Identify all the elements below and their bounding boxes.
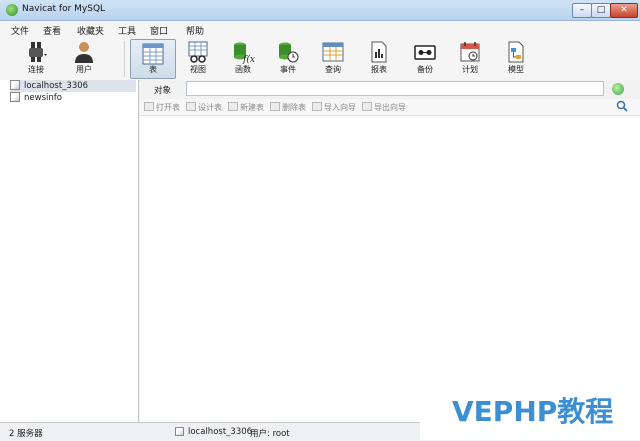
- connection-tree: localhost_3306 newsinfo: [0, 80, 139, 422]
- menu-favorites[interactable]: 收藏夹: [77, 24, 104, 37]
- maximize-button[interactable]: □: [591, 3, 611, 18]
- calendar-icon: [460, 42, 480, 62]
- table-icon: [142, 43, 164, 65]
- function-label: 函数: [235, 65, 251, 74]
- menu-tools[interactable]: 工具: [118, 24, 136, 37]
- export-wizard-button[interactable]: 导出向导: [362, 102, 406, 113]
- query-label: 查询: [325, 65, 341, 74]
- schedule-button[interactable]: 计划: [448, 38, 492, 78]
- event-button[interactable]: 事件: [266, 38, 310, 78]
- report-label: 报表: [371, 65, 387, 74]
- new-table-button[interactable]: 新建表: [228, 102, 264, 113]
- connection-item-localhost[interactable]: localhost_3306: [10, 80, 136, 92]
- table-button[interactable]: 表: [130, 39, 176, 79]
- delete-table-button[interactable]: 删除表: [270, 102, 306, 113]
- report-button[interactable]: 报表: [357, 38, 401, 78]
- delete-table-icon: [270, 102, 280, 111]
- connection-icon: [10, 80, 20, 90]
- object-bar: 对象: [140, 80, 640, 98]
- user-label: 用户: [76, 65, 92, 74]
- menu-help[interactable]: 帮助: [186, 24, 204, 37]
- backup-icon: [414, 45, 436, 60]
- new-table-icon: [228, 102, 238, 111]
- server-count: 2 服务器: [9, 429, 43, 439]
- connect-label: 连接: [28, 65, 44, 74]
- navicat-logo-icon: [6, 4, 18, 16]
- function-icon: f(x): [234, 42, 255, 64]
- design-table-button[interactable]: 设计表: [186, 102, 222, 113]
- view-icon: [188, 41, 208, 63]
- connection-label: localhost_3306: [24, 81, 89, 91]
- import-icon: [312, 102, 322, 111]
- user-icon: [75, 42, 93, 63]
- design-table-icon: [186, 102, 196, 111]
- user-button[interactable]: 用户: [62, 38, 106, 78]
- plug-icon: [29, 42, 47, 62]
- main-toolbar: 连接 用户 表 视图 f(x): [0, 38, 640, 81]
- search-icon[interactable]: [616, 100, 628, 112]
- model-icon: [508, 41, 524, 63]
- import-wizard-button[interactable]: 导入向导: [312, 102, 356, 113]
- backup-label: 备份: [417, 65, 433, 74]
- watermark-text: VEPHP教程: [452, 395, 614, 428]
- view-button[interactable]: 视图: [176, 38, 220, 78]
- open-table-icon: [144, 102, 154, 111]
- query-button[interactable]: 查询: [311, 38, 355, 78]
- menu-window[interactable]: 窗口: [150, 24, 168, 37]
- view-label: 视图: [190, 65, 206, 74]
- export-icon: [362, 102, 372, 111]
- watermark: VEPHP教程: [420, 382, 640, 440]
- schedule-label: 计划: [462, 65, 478, 74]
- table-label: 表: [149, 65, 157, 74]
- report-icon: [371, 41, 387, 63]
- open-table-button[interactable]: 打开表: [144, 102, 180, 113]
- model-button[interactable]: 模型: [494, 38, 538, 78]
- refresh-icon[interactable]: [612, 83, 624, 95]
- toolbar-separator: [124, 41, 125, 77]
- function-button[interactable]: f(x) 函数: [221, 38, 265, 78]
- window-title: Navicat for MySQL: [22, 4, 106, 14]
- connect-button[interactable]: 连接: [14, 38, 58, 78]
- svg-text:f(x): f(x): [242, 54, 255, 64]
- model-label: 模型: [508, 65, 524, 74]
- menu-view[interactable]: 查看: [43, 24, 61, 37]
- app-window: Navicat for MySQL – □ ✕ 文件 查看 收藏夹 工具 窗口 …: [0, 0, 640, 441]
- status-connection: localhost_3306: [175, 427, 252, 437]
- close-button[interactable]: ✕: [610, 3, 638, 18]
- event-label: 事件: [280, 65, 296, 74]
- connection-icon: [175, 427, 184, 436]
- status-user: 用户: root: [250, 429, 290, 439]
- menu-file[interactable]: 文件: [11, 24, 29, 37]
- object-action-bar: 打开表 设计表 新建表 删除表 导入向导 导出向导: [140, 99, 640, 116]
- event-icon: [279, 42, 299, 63]
- title-bar: Navicat for MySQL – □ ✕: [0, 0, 640, 21]
- connection-label: newsinfo: [24, 93, 62, 103]
- minimize-button[interactable]: –: [572, 3, 592, 18]
- backup-button[interactable]: 备份: [403, 38, 447, 78]
- connection-icon: [10, 92, 20, 102]
- menu-bar: 文件 查看 收藏夹 工具 窗口 帮助: [0, 21, 640, 38]
- connection-item-newsinfo[interactable]: newsinfo: [10, 92, 136, 104]
- object-list-area[interactable]: [140, 116, 640, 422]
- query-icon: [322, 42, 344, 62]
- object-filter-input[interactable]: [186, 81, 604, 96]
- tab-objects[interactable]: 对象: [154, 84, 171, 96]
